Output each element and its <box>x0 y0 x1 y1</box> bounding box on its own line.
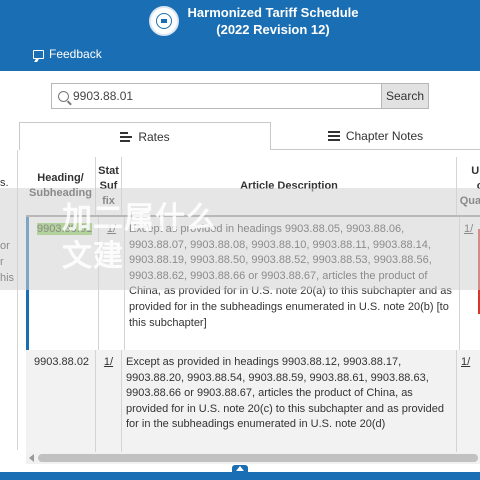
heading-cell: 9903.88.02 <box>26 350 96 462</box>
column-header-text: fix <box>102 194 115 207</box>
column-header-text: Suf <box>99 179 118 192</box>
app-title-line2: (2022 Revision 12) <box>216 22 330 37</box>
footnote-link[interactable]: 1/ <box>464 223 473 235</box>
tariff-table: Heading/Subheading Stat Suf fix Article De… <box>26 157 480 462</box>
left-panel-fragment: or <box>0 240 10 252</box>
column-header-text: of <box>460 179 480 194</box>
column-header-text: Subheading <box>29 187 92 199</box>
column-header-text: Stat <box>98 164 119 177</box>
description-cell: Except as provided in headings 9903.88.1… <box>122 350 457 462</box>
footnote-link[interactable]: 1/ <box>461 356 470 368</box>
heading-code[interactable]: 9903.88.01 <box>37 223 93 235</box>
stat-suffix-cell: 1/ <box>96 350 122 462</box>
list-icon <box>327 130 340 141</box>
footnote-link[interactable]: 1/ <box>104 356 113 368</box>
column-header-text: Quantity <box>459 194 480 207</box>
description-cell: Except as provided in headings 9903.88.0… <box>125 217 460 350</box>
column-header-unit[interactable]: Unit ofQuantity <box>457 157 480 215</box>
list-icon <box>120 131 133 142</box>
scrollbar-thumb[interactable] <box>38 454 478 462</box>
column-header-text: Article Description <box>240 179 338 192</box>
search-input[interactable] <box>73 89 373 103</box>
tab-rates-label: Rates <box>138 129 170 144</box>
column-header-stat-suffix[interactable]: Stat Suf fix <box>96 157 122 215</box>
header-bar: Harmonized Tariff Schedule (2022 Revisio… <box>0 0 480 71</box>
column-header-text: Heading/ <box>37 172 84 184</box>
tab-rates[interactable]: Rates <box>19 122 271 150</box>
left-panel-fragment: s. <box>0 177 9 189</box>
stat-suffix-cell: 1/ <box>99 217 125 350</box>
scroll-left-icon[interactable] <box>29 454 34 462</box>
tab-chapter-notes-label: Chapter Notes <box>345 128 424 143</box>
tab-chapter-notes[interactable]: Chapter Notes <box>271 122 480 150</box>
table-row[interactable]: 9903.88.02 1/ Except as provided in head… <box>26 350 480 462</box>
search-field[interactable] <box>51 83 382 109</box>
app-title: Harmonized Tariff Schedule (2022 Revisio… <box>183 4 363 38</box>
unit-cell: 1/ <box>460 217 480 350</box>
unit-cell: 1/ <box>457 350 480 462</box>
footnote-link[interactable]: 1/ <box>107 223 116 235</box>
column-header-article-description[interactable]: Article Description <box>122 157 457 215</box>
table-row[interactable]: 9903.88.01 1/ Except as provided in head… <box>26 217 480 350</box>
heading-cell: 9903.88.01 <box>29 217 99 350</box>
left-side-panel: s. or r his <box>0 150 18 450</box>
feedback-label: Feedback <box>49 47 102 61</box>
column-header-text: Unit <box>471 164 480 177</box>
horizontal-scrollbar[interactable] <box>26 452 480 464</box>
expand-up-icon[interactable] <box>232 465 248 473</box>
search-button[interactable]: Search <box>381 83 429 109</box>
feedback-link[interactable]: Feedback <box>33 47 102 61</box>
usitc-seal-icon <box>149 6 179 36</box>
footer-bar <box>0 472 480 480</box>
app-title-line1: Harmonized Tariff Schedule <box>187 5 359 20</box>
column-header-heading[interactable]: Heading/Subheading <box>26 157 96 215</box>
left-panel-fragment: his <box>0 272 15 284</box>
left-panel-fragment: r <box>0 256 4 268</box>
comment-icon <box>33 49 44 59</box>
search-icon <box>58 90 69 102</box>
